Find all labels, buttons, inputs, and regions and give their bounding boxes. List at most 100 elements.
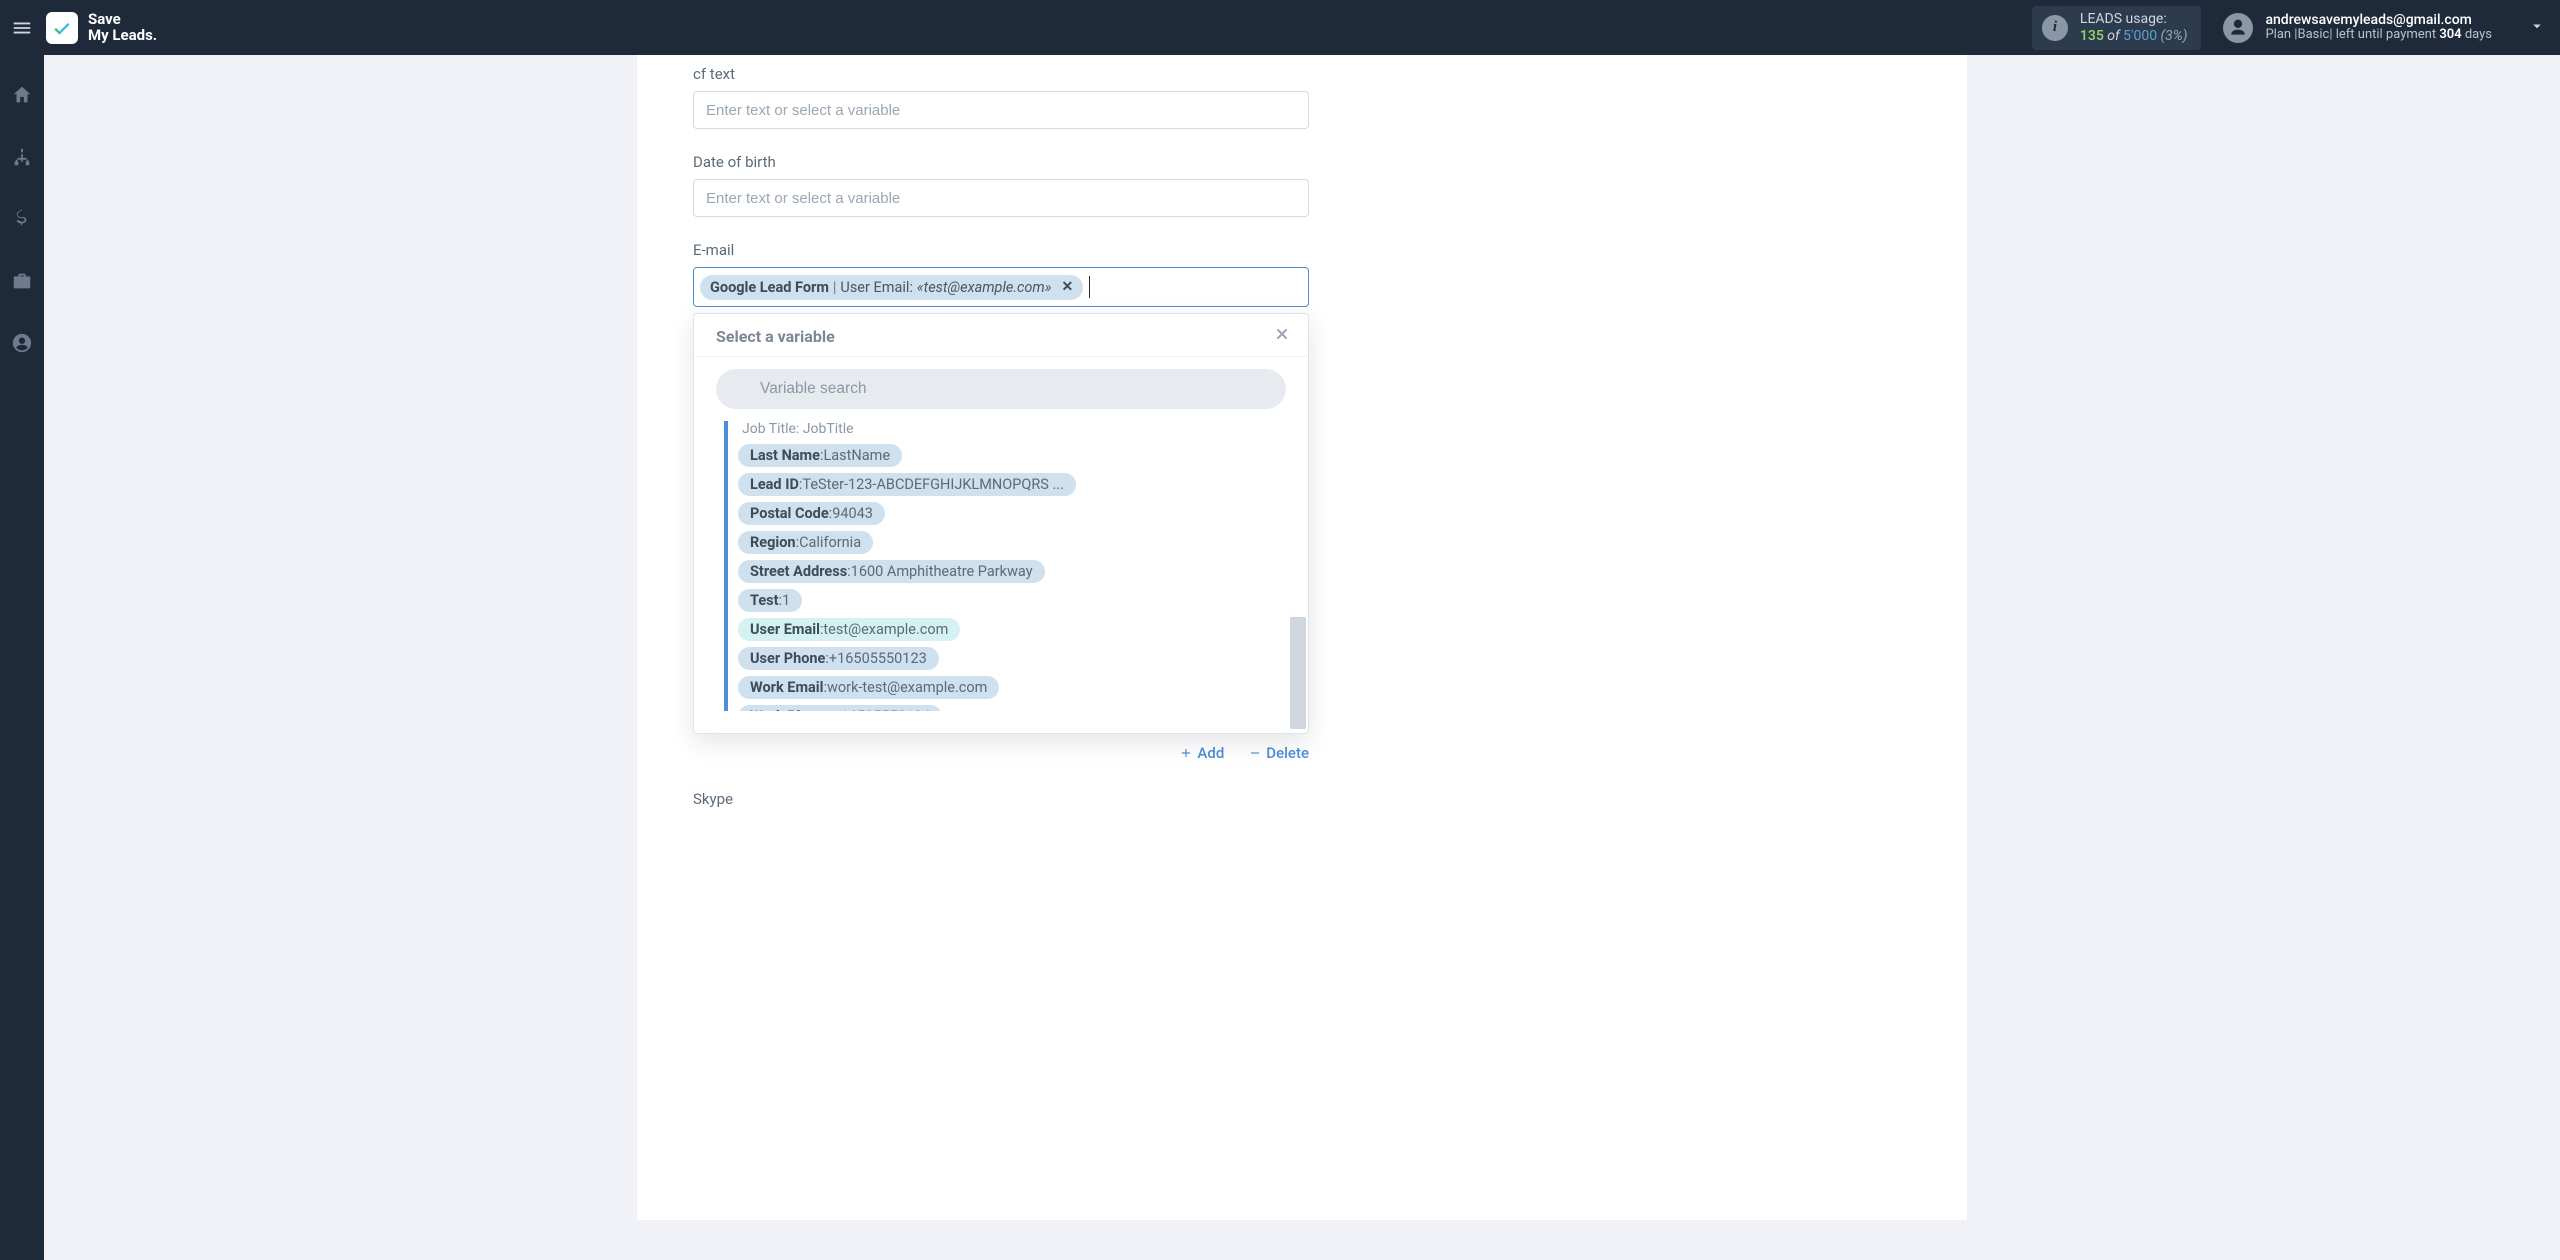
variable-option[interactable]: Street Address: 1600 Amphitheatre Parkwa…: [738, 560, 1045, 583]
variable-option-value: test@example.com: [823, 621, 948, 638]
briefcase-icon: [11, 270, 33, 292]
field-actions: Add Delete: [693, 744, 1309, 762]
variable-option-key: Street Address: [750, 563, 847, 580]
variable-option[interactable]: User Phone: +16505550123: [738, 647, 939, 670]
variable-option-key: User Phone: [750, 650, 825, 667]
dropdown-header: Select a variable: [694, 314, 1308, 357]
variable-option-value: LastName: [823, 447, 890, 464]
brand-logo-icon: [46, 12, 78, 44]
variable-option-key: User Email: [750, 621, 820, 638]
form-panel: cf text Date of birth E-mail Google Lead…: [637, 55, 1967, 1220]
variable-option[interactable]: Last Name: LastName: [738, 444, 902, 467]
dropdown-item-truncated[interactable]: Job Title: JobTitle: [738, 421, 1298, 437]
variable-option-key: Postal Code: [750, 505, 829, 522]
variable-chip[interactable]: Google Lead Form | User Email: «test@exa…: [700, 275, 1083, 300]
user-icon: [2228, 18, 2248, 38]
sidebar: [0, 55, 44, 1260]
dropdown-search-input[interactable]: [716, 369, 1286, 409]
dropdown-close-button[interactable]: [1274, 326, 1290, 346]
scrollbar-thumb[interactable]: [1290, 617, 1306, 729]
input-email[interactable]: Google Lead Form | User Email: «test@exa…: [693, 267, 1309, 307]
variable-option-key: Last Name: [750, 447, 820, 464]
variable-option[interactable]: Test: 1: [738, 589, 802, 612]
plus-icon: [1179, 746, 1193, 760]
dropdown-search-wrap: [694, 357, 1308, 419]
variable-option[interactable]: Region: California: [738, 531, 873, 554]
variable-option[interactable]: Lead ID: TeSter-123-ABCDEFGHIJKLMNOPQRS …: [738, 473, 1076, 496]
avatar: [2223, 13, 2253, 43]
sidebar-item-home[interactable]: [0, 75, 44, 115]
delete-button[interactable]: Delete: [1248, 744, 1309, 762]
field-dob: Date of birth: [693, 153, 1309, 217]
minus-icon: [1248, 746, 1262, 760]
field-cf-text: cf text: [693, 65, 1309, 129]
variable-option-value: California: [799, 534, 861, 551]
dropdown-list-wrap: Job Title: JobTitle Last Name: LastNameL…: [694, 419, 1308, 733]
field-label-email: E-mail: [693, 241, 1309, 259]
usage-total: 5'000: [2123, 28, 2157, 44]
sidebar-item-connections[interactable]: [0, 137, 44, 177]
sidebar-item-account[interactable]: [0, 323, 44, 363]
info-icon: i: [2042, 15, 2068, 41]
menu-toggle[interactable]: [8, 14, 36, 42]
variable-option[interactable]: User Email: test@example.com: [738, 618, 960, 641]
user-info: andrewsavemyleads@gmail.com Plan |Basic|…: [2265, 12, 2492, 43]
field-label-skype: Skype: [693, 790, 1309, 808]
user-menu[interactable]: andrewsavemyleads@gmail.com Plan |Basic|…: [2223, 12, 2546, 43]
sidebar-item-billing[interactable]: [0, 199, 44, 239]
chip-value: «test@example.com»: [917, 279, 1052, 296]
variable-option[interactable]: Work Email: work-test@example.com: [738, 676, 999, 699]
usage-of: of: [2104, 28, 2123, 44]
close-icon: [1274, 326, 1290, 342]
add-button[interactable]: Add: [1179, 744, 1224, 762]
user-menu-toggle[interactable]: [2528, 17, 2546, 39]
variable-option[interactable]: Work Phone: +16505550124: [738, 705, 942, 711]
dropdown-list[interactable]: Job Title: JobTitle Last Name: LastNameL…: [724, 421, 1298, 711]
usage-percent: (3%): [2157, 28, 2187, 44]
chip-remove-icon[interactable]: ✕: [1061, 279, 1073, 295]
variable-option-value: work-test@example.com: [827, 679, 987, 696]
brand-name: Save My Leads.: [88, 12, 157, 44]
input-dob[interactable]: [693, 179, 1309, 217]
variable-option-value: +16505550123: [829, 650, 927, 667]
variable-option-value: 1600 Amphitheatre Parkway: [851, 563, 1033, 580]
usage-label: LEADS usage:: [2080, 11, 2188, 27]
field-label-dob: Date of birth: [693, 153, 1309, 171]
field-email: E-mail Google Lead Form | User Email: «t…: [693, 241, 1309, 762]
chip-field: User Email:: [840, 279, 913, 296]
input-cf-text[interactable]: [693, 91, 1309, 129]
variable-option-value: +16505550124: [832, 708, 930, 711]
home-icon: [11, 84, 33, 106]
text-cursor: [1089, 276, 1090, 298]
variable-option-key: Test: [750, 592, 779, 609]
usage-text: LEADS usage: 135 of 5'000 (3%): [2080, 11, 2188, 43]
variable-option[interactable]: Postal Code: 94043: [738, 502, 885, 525]
field-label-cf-text: cf text: [693, 65, 1309, 83]
variable-option-key: Lead ID: [750, 476, 799, 493]
shell: cf text Date of birth E-mail Google Lead…: [0, 55, 2560, 1260]
variable-option-value: TeSter-123-ABCDEFGHIJKLMNOPQRS ...: [802, 476, 1064, 493]
user-plan: Plan |Basic| left until payment 304 days: [2265, 28, 2492, 43]
hamburger-icon: [11, 17, 33, 39]
main-scroll[interactable]: cf text Date of birth E-mail Google Lead…: [44, 55, 2560, 1260]
variable-option-key: Region: [750, 534, 796, 551]
dropdown-title: Select a variable: [716, 327, 835, 346]
variable-option-value: 94043: [832, 505, 873, 522]
brand[interactable]: Save My Leads.: [46, 12, 157, 44]
sitemap-icon: [11, 146, 33, 168]
variable-dropdown: Select a variable Job Title: JobTi: [693, 313, 1309, 734]
chip-separator: |: [833, 279, 837, 296]
usage-current: 135: [2080, 28, 2104, 44]
variable-option-key: Work Phone: [750, 708, 829, 711]
chevron-down-icon: [2528, 17, 2546, 35]
user-email: andrewsavemyleads@gmail.com: [2265, 12, 2492, 28]
field-skype: Skype: [693, 790, 1309, 808]
sidebar-item-business[interactable]: [0, 261, 44, 301]
usage-chip[interactable]: i LEADS usage: 135 of 5'000 (3%): [2032, 6, 2202, 50]
variable-option-key: Work Email: [750, 679, 823, 696]
user-circle-icon: [11, 332, 33, 354]
chip-source: Google Lead Form: [710, 279, 829, 296]
variable-option-value: 1: [782, 592, 790, 609]
dollar-icon: [11, 208, 33, 230]
topbar: Save My Leads. i LEADS usage: 135 of 5'0…: [0, 0, 2560, 55]
